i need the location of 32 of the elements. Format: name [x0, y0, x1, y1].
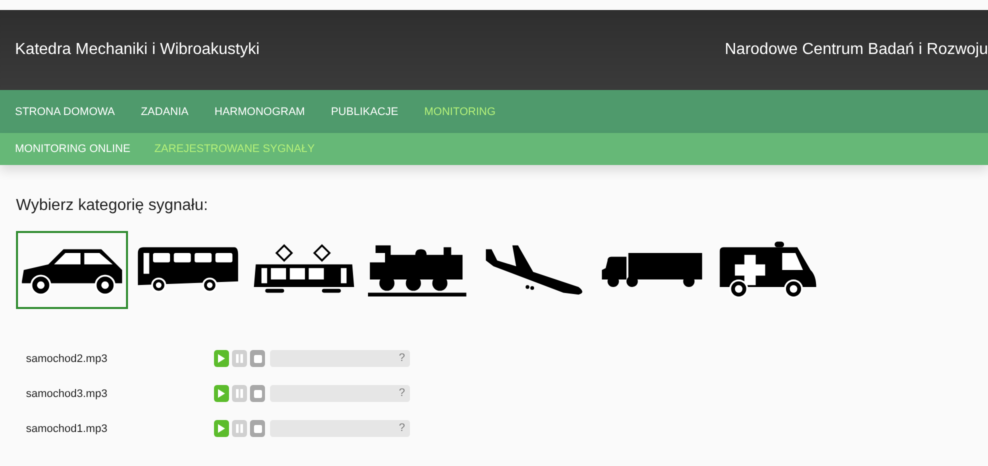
pause-icon: [236, 389, 243, 398]
stop-button[interactable]: [250, 420, 265, 437]
stop-icon: [254, 354, 262, 362]
car-category-button[interactable]: [16, 231, 128, 309]
stop-icon: [254, 424, 262, 432]
play-icon: [218, 424, 225, 433]
stop-button[interactable]: [250, 350, 265, 367]
file-name: samochod3.mp3: [25, 388, 108, 400]
menu-link[interactable]: PUBLIKACJE: [330, 106, 398, 118]
menu-link[interactable]: MONITORING: [424, 106, 496, 118]
pause-button[interactable]: [232, 350, 247, 367]
stop-button[interactable]: [250, 385, 265, 402]
stop-icon: [254, 390, 262, 398]
submenu-link[interactable]: ZAREJESTROWANE SYGNAŁY: [154, 143, 315, 155]
menu-link[interactable]: STRONA DOMOWA: [15, 106, 115, 118]
pause-icon: [236, 354, 243, 363]
submenu-link[interactable]: MONITORING ONLINE: [15, 143, 130, 155]
section-heading: Wybierz kategorię sygnału:: [16, 197, 209, 215]
play-icon: [218, 389, 225, 398]
file-name: samochod1.mp3: [25, 422, 108, 434]
pause-icon: [236, 424, 243, 433]
menu-link[interactable]: HARMONOGRAM: [214, 106, 305, 118]
menu-link[interactable]: ZADANIA: [140, 106, 189, 118]
play-icon: [218, 354, 225, 363]
play-button[interactable]: [214, 385, 229, 402]
partner-name: Narodowe Centrum Badań i Rozwoju: [724, 41, 988, 59]
pause-button[interactable]: [232, 385, 247, 402]
pause-button[interactable]: [232, 420, 247, 437]
file-name: samochod2.mp3: [25, 352, 108, 364]
site-title: Katedra Mechaniki i Wibroakustyki: [15, 41, 260, 59]
play-button[interactable]: [214, 350, 229, 367]
play-button[interactable]: [214, 420, 229, 437]
